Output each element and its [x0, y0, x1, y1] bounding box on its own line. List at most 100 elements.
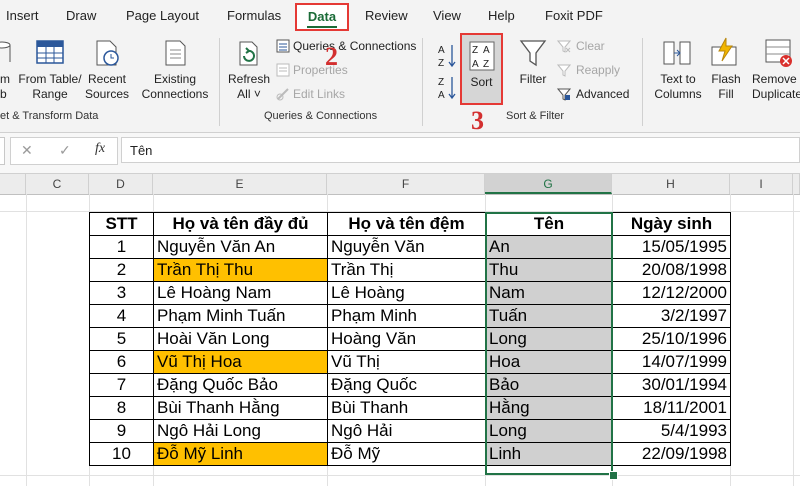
cell-full-name[interactable]: Đặng Quốc Bảo	[153, 373, 328, 397]
cell-middle-name[interactable]: Hoàng Văn	[327, 327, 486, 351]
cell-first-name[interactable]: Tuấn	[485, 304, 613, 328]
cell-first-name[interactable]: Thu	[485, 258, 613, 282]
cell-birth-date[interactable]: 30/01/1994	[612, 373, 731, 397]
column-header-f[interactable]: F	[327, 174, 485, 194]
fill-handle[interactable]	[609, 471, 618, 480]
properties-button[interactable]: Properties	[293, 62, 348, 78]
column-header-i[interactable]: I	[730, 174, 793, 194]
cell-middle-name[interactable]: Bùi Thanh	[327, 396, 486, 420]
advanced-button[interactable]: Advanced	[576, 86, 629, 102]
cell-birth-date[interactable]: 18/11/2001	[612, 396, 731, 420]
table-row: 10 Đỗ Mỹ Linh Đỗ Mỹ Linh 22/09/1998	[89, 442, 731, 466]
column-header-partial[interactable]	[793, 174, 800, 194]
tab-page-layout[interactable]: Page Layout	[126, 8, 199, 23]
column-header-g[interactable]: G	[485, 174, 612, 194]
tab-review[interactable]: Review	[365, 8, 408, 23]
cell-full-name[interactable]: Ngô Hải Long	[153, 419, 328, 443]
cell-full-name[interactable]: Phạm Minh Tuấn	[153, 304, 328, 328]
cell-first-name[interactable]: Hằng	[485, 396, 613, 420]
data-table: STT Họ và tên đầy đủ Họ và tên đệm Tên N…	[89, 212, 731, 466]
cell-first-name[interactable]: Long	[485, 327, 613, 351]
header-middle-name[interactable]: Họ và tên đệm	[327, 212, 486, 236]
cell-full-name[interactable]: Bùi Thanh Hằng	[153, 396, 328, 420]
cell-middle-name[interactable]: Ngô Hải	[327, 419, 486, 443]
properties-icon	[276, 63, 290, 77]
reapply-button[interactable]: Reapply	[576, 62, 620, 78]
cell-full-name[interactable]: Vũ Thị Hoa	[153, 350, 328, 374]
cell-stt[interactable]: 10	[89, 442, 154, 466]
cell-stt[interactable]: 6	[89, 350, 154, 374]
sort-button[interactable]: Z A A Z Sort	[460, 33, 503, 105]
name-box[interactable]	[0, 137, 5, 165]
cell-middle-name[interactable]: Đỗ Mỹ	[327, 442, 486, 466]
header-full-name[interactable]: Họ và tên đầy đủ	[153, 212, 328, 236]
cell-stt[interactable]: 1	[89, 235, 154, 259]
cell-first-name[interactable]: Bảo	[485, 373, 613, 397]
cell-full-name[interactable]: Nguyễn Văn An	[153, 235, 328, 259]
enter-icon[interactable]: ✓	[59, 142, 71, 159]
column-header-c[interactable]: C	[26, 174, 89, 194]
insert-function-icon[interactable]: fx	[95, 141, 105, 157]
cell-full-name[interactable]: Hoài Văn Long	[153, 327, 328, 351]
header-stt[interactable]: STT	[89, 212, 154, 236]
tab-view[interactable]: View	[433, 8, 461, 23]
column-header-partial[interactable]	[0, 174, 26, 194]
cell-full-name[interactable]: Đỗ Mỹ Linh	[153, 442, 328, 466]
get-data-button[interactable]: m b	[0, 72, 12, 102]
existing-connections-button[interactable]: Existing Connections	[138, 72, 212, 102]
formula-input[interactable]: Tên	[121, 137, 800, 163]
cell-birth-date[interactable]: 12/12/2000	[612, 281, 731, 305]
cell-stt[interactable]: 2	[89, 258, 154, 282]
tab-insert[interactable]: Insert	[6, 8, 39, 23]
cell-birth-date[interactable]: 22/09/1998	[612, 442, 731, 466]
cell-stt[interactable]: 3	[89, 281, 154, 305]
clear-button[interactable]: Clear	[576, 38, 605, 54]
cell-first-name[interactable]: Nam	[485, 281, 613, 305]
sort-descending-icon[interactable]: Z A	[438, 74, 458, 102]
cell-stt[interactable]: 8	[89, 396, 154, 420]
cell-stt[interactable]: 5	[89, 327, 154, 351]
cell-middle-name[interactable]: Trần Thị	[327, 258, 486, 282]
cell-middle-name[interactable]: Đặng Quốc	[327, 373, 486, 397]
cell-birth-date[interactable]: 20/08/1998	[612, 258, 731, 282]
column-header-d[interactable]: D	[89, 174, 153, 194]
sort-ascending-icon[interactable]: A Z	[438, 42, 458, 70]
tab-data[interactable]: Data	[295, 3, 349, 31]
cell-middle-name[interactable]: Phạm Minh	[327, 304, 486, 328]
tab-draw[interactable]: Draw	[66, 8, 96, 23]
column-header-h[interactable]: H	[612, 174, 730, 194]
cell-first-name[interactable]: Linh	[485, 442, 613, 466]
column-header-e[interactable]: E	[153, 174, 327, 194]
refresh-all-button[interactable]: Refresh All ˅	[224, 72, 274, 102]
text-to-columns-button[interactable]: Text to Columns	[650, 72, 706, 102]
cell-birth-date[interactable]: 3/2/1997	[612, 304, 731, 328]
edit-links-button[interactable]: Edit Links	[293, 86, 345, 102]
flash-fill-button[interactable]: Flash Fill	[706, 72, 746, 102]
cell-full-name[interactable]: Lê Hoàng Nam	[153, 281, 328, 305]
queries-connections-button[interactable]: Queries & Connections	[293, 38, 416, 54]
cell-stt[interactable]: 7	[89, 373, 154, 397]
cell-middle-name[interactable]: Vũ Thị	[327, 350, 486, 374]
cell-middle-name[interactable]: Lê Hoàng	[327, 281, 486, 305]
tab-formulas[interactable]: Formulas	[227, 8, 281, 23]
cell-stt[interactable]: 9	[89, 419, 154, 443]
header-birth-date[interactable]: Ngày sinh	[612, 212, 731, 236]
cell-birth-date[interactable]: 25/10/1996	[612, 327, 731, 351]
cell-birth-date[interactable]: 14/07/1999	[612, 350, 731, 374]
cell-first-name[interactable]: Long	[485, 419, 613, 443]
from-table-range-button[interactable]: From Table/ Range	[16, 72, 84, 102]
cell-birth-date[interactable]: 15/05/1995	[612, 235, 731, 259]
tab-help[interactable]: Help	[488, 8, 515, 23]
tab-foxit-pdf[interactable]: Foxit PDF	[545, 8, 603, 23]
cell-birth-date[interactable]: 5/4/1993	[612, 419, 731, 443]
remove-duplicates-button[interactable]: Remove Duplicate	[752, 72, 800, 102]
cancel-icon[interactable]: ✕	[21, 142, 33, 159]
cell-first-name[interactable]: Hoa	[485, 350, 613, 374]
cell-stt[interactable]: 4	[89, 304, 154, 328]
cell-first-name[interactable]: An	[485, 235, 613, 259]
header-first-name[interactable]: Tên	[485, 212, 613, 236]
recent-sources-button[interactable]: Recent Sources	[84, 72, 130, 102]
cell-full-name[interactable]: Trần Thị Thu	[153, 258, 328, 282]
filter-button[interactable]: Filter	[512, 72, 554, 87]
cell-middle-name[interactable]: Nguyễn Văn	[327, 235, 486, 259]
